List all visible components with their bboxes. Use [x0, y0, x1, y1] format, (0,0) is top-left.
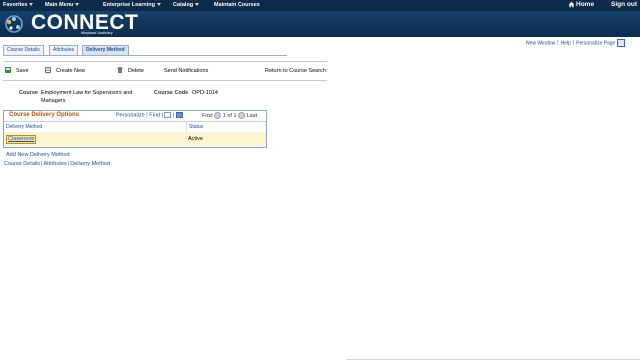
chevron-down-icon: [75, 3, 80, 7]
toolbar: Save Create New Delete Send Notification…: [3, 61, 327, 81]
course-code-value: OPD-1014: [192, 90, 218, 96]
bottom-page-links: Course Details|Attributes|Delivery Metho…: [4, 161, 110, 167]
download-icon[interactable]: [175, 112, 183, 118]
nav-main-menu[interactable]: Main Menu: [45, 2, 80, 8]
grid-tools: Personalize | Find | |: [116, 112, 183, 118]
personalize-page-link[interactable]: Personalize Page: [576, 40, 615, 46]
course-label: Course: [19, 90, 38, 96]
page-options-icon[interactable]: [617, 39, 626, 47]
sign-out-link[interactable]: Sign out: [611, 1, 637, 8]
table-row: Classroom Active: [4, 132, 266, 146]
top-nav-bar: Favorites Main Menu Enterprise Learning …: [0, 0, 640, 11]
tab-delivery-method[interactable]: Delivery Method: [82, 45, 129, 55]
chevron-down-icon: [156, 3, 161, 7]
nav-favorites-label: Favorites: [3, 2, 28, 8]
home-icon: [568, 1, 575, 8]
first-link[interactable]: First: [202, 113, 213, 119]
course-code-label: Course Code: [154, 90, 189, 96]
status-cell: Active: [188, 136, 203, 142]
delete-button[interactable]: Delete: [128, 68, 144, 74]
chevron-down-icon: [195, 3, 200, 7]
nav-enterprise-learning[interactable]: Enterprise Learning: [103, 2, 161, 8]
tab-attributes[interactable]: Attributes: [49, 45, 79, 55]
banner: CONNECT Maryland Judiciary: [0, 11, 640, 37]
logo-subtitle: Maryland Judiciary: [81, 31, 113, 35]
page-range: 1 of 1: [222, 112, 237, 119]
course-value-line2: Managers: [41, 98, 66, 104]
personalize-link[interactable]: Personalize: [116, 112, 145, 118]
nav-catalog-label: Catalog: [173, 2, 194, 8]
home-link[interactable]: Home: [568, 1, 594, 8]
add-new-delivery-method-link[interactable]: Add New Delivery Method: [6, 152, 70, 158]
delete-icon: [117, 67, 123, 73]
grid-pagination: First 1 of 1 Last: [202, 112, 257, 119]
tab-divider: [3, 55, 287, 56]
find-link[interactable]: Find: [149, 112, 160, 118]
grid-title: Course Delivery Options: [9, 112, 80, 118]
return-to-course-search-button[interactable]: Return to Course Search: [265, 68, 326, 74]
course-value-line1: Employment Law for Supervisors and: [41, 90, 133, 96]
logo-mark-icon: [5, 15, 23, 33]
save-button[interactable]: Save: [16, 68, 29, 74]
previous-icon[interactable]: [214, 112, 222, 119]
bottom-link-course-details[interactable]: Course Details: [4, 161, 40, 167]
nav-main-menu-label: Main Menu: [45, 2, 74, 8]
utility-links: New Window | Help | Personalize Page: [526, 39, 626, 47]
home-label: Home: [576, 1, 595, 9]
tab-course-details[interactable]: Course Details: [3, 45, 44, 55]
nav-enterprise-learning-label: Enterprise Learning: [103, 2, 155, 8]
column-header-delivery-method[interactable]: Delivery Method: [6, 124, 42, 130]
grid-header: Course Delivery Options Personalize | Fi…: [4, 111, 266, 121]
bottom-link-attributes[interactable]: Attributes: [44, 161, 67, 167]
create-new-icon: [45, 67, 51, 73]
column-header-status[interactable]: Status: [189, 124, 203, 130]
nav-maintain-courses[interactable]: Maintain Courses: [214, 2, 260, 8]
create-new-button[interactable]: Create New: [56, 68, 85, 74]
bottom-link-delivery-method[interactable]: Delivery Method: [70, 161, 110, 167]
save-icon: [5, 67, 11, 73]
help-link[interactable]: Help: [561, 40, 571, 46]
nav-favorites[interactable]: Favorites: [3, 2, 34, 8]
view-all-icon[interactable]: [164, 112, 172, 118]
chevron-down-icon: [29, 3, 34, 7]
send-notifications-button[interactable]: Send Notifications: [164, 68, 208, 74]
next-icon[interactable]: [238, 112, 246, 119]
course-delivery-options-grid: Course Delivery Options Personalize | Fi…: [3, 110, 267, 148]
nav-catalog[interactable]: Catalog: [173, 2, 200, 8]
delivery-method-classroom-link[interactable]: Classroom: [6, 135, 37, 144]
new-window-link[interactable]: New Window: [526, 40, 555, 46]
last-link[interactable]: Last: [247, 113, 257, 119]
